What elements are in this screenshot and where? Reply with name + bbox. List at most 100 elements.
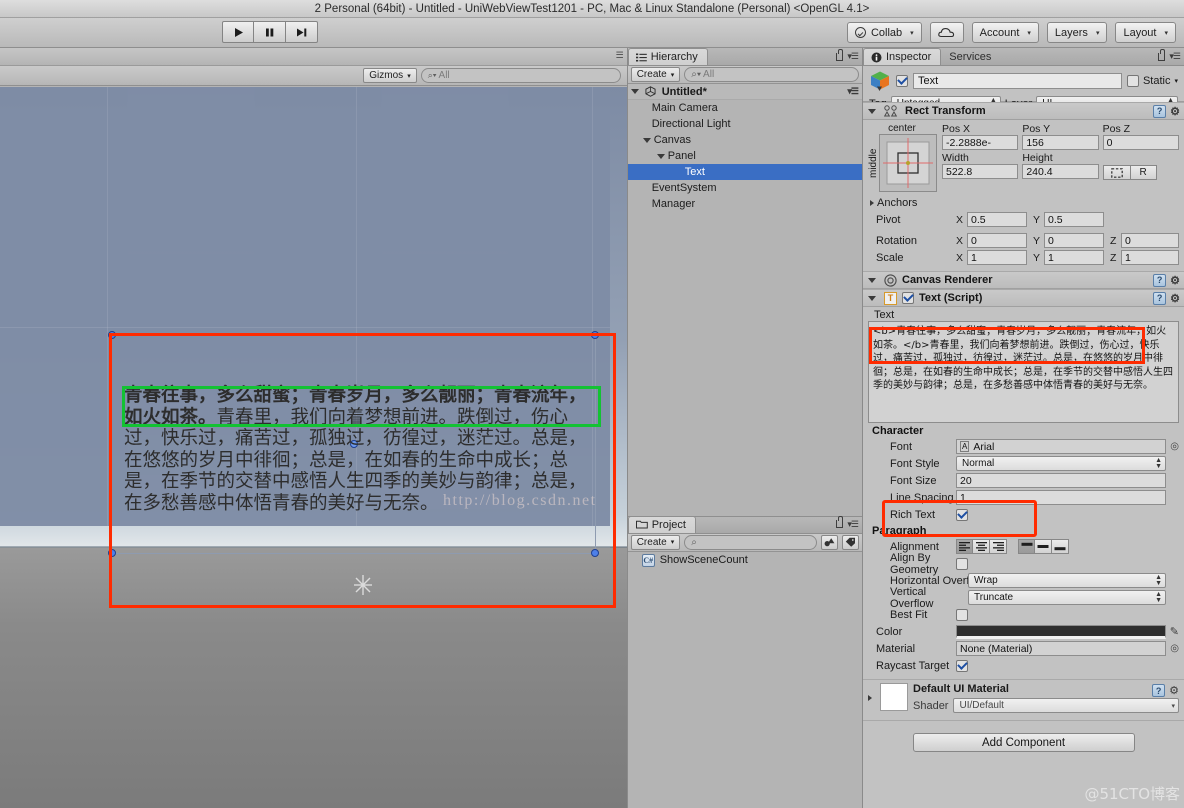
collab-button[interactable]: Collab ▾	[846, 22, 922, 43]
gear-icon[interactable]: ⚙	[1169, 684, 1179, 697]
pos-x-field[interactable]: -2.2888e-	[942, 135, 1019, 150]
font-size-field[interactable]: 20	[956, 473, 1166, 488]
line-spacing-field[interactable]: 1	[956, 490, 1166, 505]
layers-button[interactable]: Layers ▾	[1046, 22, 1108, 43]
scale-y-field[interactable]: 1	[1044, 250, 1104, 265]
text-color-swatch[interactable]	[956, 624, 1166, 639]
raycast-target-checkbox[interactable]	[956, 659, 968, 672]
play-button[interactable]	[222, 21, 254, 43]
hierarchy-search-input[interactable]: ⌕▾ All	[684, 67, 859, 82]
chevron-down-icon[interactable]	[630, 89, 639, 94]
tab-hierarchy[interactable]: Hierarchy	[627, 48, 708, 65]
best-fit-checkbox[interactable]	[956, 608, 968, 621]
align-by-geometry-checkbox[interactable]	[956, 557, 968, 570]
project-item-showscenecount[interactable]: C# ShowSceneCount	[628, 552, 862, 569]
lock-icon[interactable]	[836, 48, 844, 61]
hierarchy-create-button[interactable]: Create ▾	[630, 67, 681, 82]
chevron-right-icon[interactable]	[868, 695, 872, 701]
help-icon[interactable]: ?	[1152, 684, 1166, 697]
material-field[interactable]: None (Material)	[956, 641, 1167, 656]
horizontal-overflow-dropdown[interactable]: Wrap ▲ ▼	[968, 573, 1166, 588]
layout-button[interactable]: Layout ▾	[1115, 22, 1176, 43]
project-search-input[interactable]: ⌕	[684, 534, 817, 550]
chevron-down-icon[interactable]	[656, 153, 665, 159]
component-header-canvas-renderer[interactable]: Canvas Renderer ? ⚙	[863, 271, 1184, 289]
align-right-button[interactable]	[990, 539, 1007, 554]
align-top-button[interactable]	[1018, 539, 1035, 554]
pivot-y-field[interactable]: 0.5	[1044, 212, 1104, 227]
scene-search-input[interactable]: ⌕▾ All	[420, 68, 621, 83]
gameobject-name-field[interactable]: Text	[913, 73, 1122, 89]
pivot-x-field[interactable]: 0.5	[967, 212, 1027, 227]
raw-edit-mode-button[interactable]: R	[1130, 165, 1157, 180]
shader-dropdown[interactable]: UI/Default ▾	[953, 698, 1179, 713]
component-header-rect-transform[interactable]: Rect Transform ? ⚙	[863, 102, 1184, 120]
gameobject-enabled-checkbox[interactable]	[896, 75, 908, 87]
anchors-foldout[interactable]: Anchors	[868, 194, 1179, 211]
gear-icon[interactable]: ⚙	[1170, 105, 1180, 118]
pause-button[interactable]	[254, 21, 286, 43]
font-picker-icon[interactable]: ◎	[1170, 441, 1179, 452]
cloud-button[interactable]	[929, 22, 964, 43]
static-checkbox[interactable]	[1126, 75, 1139, 87]
tab-inspector[interactable]: Inspector	[863, 48, 942, 65]
help-icon[interactable]: ?	[1153, 273, 1167, 287]
material-picker-icon[interactable]: ◎	[1170, 643, 1179, 654]
hierarchy-item-panel[interactable]: Panel	[628, 148, 862, 164]
font-style-dropdown[interactable]: Normal ▲ ▼	[956, 456, 1166, 471]
align-left-button[interactable]	[956, 539, 973, 554]
rich-text-checkbox[interactable]	[956, 508, 968, 521]
scale-z-field[interactable]: 1	[1121, 250, 1179, 265]
tab-project[interactable]: Project	[627, 515, 696, 533]
static-toggle[interactable]: Static ▾	[1126, 75, 1178, 87]
rotation-y-field[interactable]: 0	[1044, 233, 1104, 248]
text-content-textarea[interactable]: <b>青春往事，多么甜蜜；青春岁月，多么靓丽；青春流年，如火如茶。</b>青春里…	[868, 321, 1179, 423]
gear-icon[interactable]: ⚙	[1170, 274, 1180, 287]
help-icon[interactable]: ?	[1153, 104, 1167, 118]
add-component-button[interactable]: Add Component	[912, 733, 1135, 752]
panel-menu-icon[interactable]: ☰	[616, 50, 624, 61]
panel-menu-icon[interactable]: ▾☰	[847, 51, 859, 62]
step-button[interactable]	[286, 21, 318, 43]
hierarchy-item-manager[interactable]: Manager	[628, 196, 862, 212]
chevron-right-icon[interactable]	[870, 199, 874, 206]
align-middle-button[interactable]	[1035, 539, 1052, 554]
align-bottom-button[interactable]	[1052, 539, 1069, 554]
gizmos-button[interactable]: Gizmos ▾	[363, 68, 417, 83]
hierarchy-item-canvas[interactable]: Canvas	[628, 132, 862, 148]
align-center-button[interactable]	[973, 539, 990, 554]
hierarchy-item-text[interactable]: Text	[627, 164, 862, 180]
project-filter-label-button[interactable]	[842, 534, 859, 550]
vertical-overflow-dropdown[interactable]: Truncate ▲ ▼	[968, 590, 1166, 605]
project-create-button[interactable]: Create ▾	[630, 534, 681, 550]
lock-icon[interactable]	[1158, 48, 1166, 61]
scene-menu-icon[interactable]: ▾☰	[847, 86, 859, 97]
rotation-z-field[interactable]: 0	[1121, 233, 1179, 248]
chevron-down-icon[interactable]	[868, 277, 876, 283]
scene-viewport[interactable]: 青春往事，多么甜蜜；青春岁月，多么靓丽；青春流年，如火如茶。青春里，我们向着梦想…	[0, 87, 627, 808]
chevron-down-icon[interactable]	[642, 137, 651, 143]
tab-services[interactable]: Services	[941, 48, 1001, 65]
lock-icon[interactable]	[836, 516, 844, 528]
width-field[interactable]: 522.8	[942, 164, 1019, 179]
component-header-text-script[interactable]: T Text (Script) ? ⚙	[863, 289, 1184, 307]
anchor-preset-widget[interactable]	[879, 134, 937, 192]
panel-menu-icon[interactable]: ▾☰	[847, 519, 859, 530]
hierarchy-item-directional-light[interactable]: Directional Light	[628, 116, 862, 132]
hierarchy-scene-row[interactable]: Untitled* ▾☰	[627, 84, 862, 100]
height-field[interactable]: 240.4	[1022, 164, 1099, 179]
scale-x-field[interactable]: 1	[967, 250, 1027, 265]
eyedropper-icon[interactable]: ✎	[1170, 625, 1179, 638]
font-field[interactable]: A Arial	[956, 439, 1167, 454]
text-component-enabled-checkbox[interactable]	[902, 292, 914, 304]
project-filter-type-button[interactable]	[821, 534, 838, 550]
pos-z-field[interactable]: 0	[1102, 135, 1179, 150]
account-button[interactable]: Account ▾	[971, 22, 1039, 43]
hierarchy-item-main-camera[interactable]: Main Camera	[628, 100, 862, 116]
help-icon[interactable]: ?	[1153, 291, 1167, 305]
panel-menu-icon[interactable]: ▾☰	[1169, 51, 1181, 62]
chevron-down-icon[interactable]	[868, 295, 876, 301]
gear-icon[interactable]: ⚙	[1170, 292, 1180, 305]
blueprint-mode-button[interactable]	[1102, 165, 1131, 180]
chevron-down-icon[interactable]	[868, 108, 876, 114]
